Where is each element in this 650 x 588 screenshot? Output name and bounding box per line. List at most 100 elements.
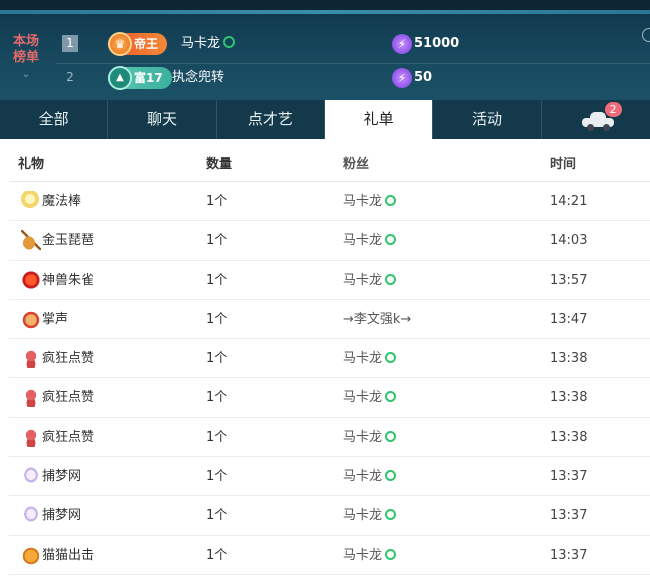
table-row: 猫猫出击 1个 马卡龙 13:37: [9, 536, 650, 575]
fan-name-text: 马卡龙: [343, 233, 383, 249]
fan-name-text: 马卡龙: [343, 469, 383, 485]
fan-name[interactable]: 马卡龙: [343, 193, 397, 210]
fan-name[interactable]: 马卡龙: [343, 468, 397, 485]
ranking-entry[interactable]: 2 ▲ 富17 执念兜转 ⚡ 50: [56, 63, 650, 91]
verified-icon: [385, 234, 397, 246]
ranking-toggle[interactable]: 本场 榜单 ⌄: [10, 34, 42, 83]
gift-qty: 1个: [206, 469, 228, 485]
ranking-entry[interactable]: 1 ♛ 帝王 马卡龙 ⚡ 51000: [56, 30, 650, 58]
gift-name: 疯狂点赞: [42, 390, 95, 406]
car-count-badge: 2: [604, 102, 622, 117]
verified-icon: [385, 391, 397, 403]
info-icon[interactable]: [642, 28, 650, 42]
fan-name[interactable]: 马卡龙: [343, 547, 397, 564]
rank-user-name[interactable]: 马卡龙: [181, 35, 236, 53]
badge-text: 富17: [134, 71, 163, 85]
gift-time: 13:47: [550, 311, 588, 327]
gift-name: 神兽朱雀: [42, 272, 95, 288]
table-row: 捕梦网 1个 马卡龙 13:37: [9, 496, 650, 536]
table-row: 神兽朱雀 1个 马卡龙 13:57: [9, 261, 650, 300]
ranking-label-line2: 榜单: [12, 50, 39, 65]
rich-level-badge: ▲ 富17: [108, 66, 172, 90]
user-name-text: 执念兜转: [172, 70, 225, 85]
rank-number: 2: [66, 70, 74, 84]
tab-activity[interactable]: 活动: [433, 100, 542, 139]
lightning-icon: ⚡: [392, 67, 412, 88]
table-row: 疯狂点赞 1个 马卡龙 13:38: [9, 378, 650, 418]
table-row: 魔法棒 1个 马卡龙 14:21: [9, 182, 650, 222]
fan-name-text: 马卡龙: [343, 547, 383, 563]
verified-icon: [385, 430, 397, 442]
fan-name[interactable]: 马卡龙: [343, 232, 397, 249]
gift-qty: 1个: [206, 508, 228, 524]
fan-name-text: 马卡龙: [343, 351, 383, 367]
header-time: 时间: [550, 157, 577, 172]
ranking-label-line1: 本场: [12, 34, 39, 49]
table-row: 金玉琵琶 1个 马卡龙 14:03: [9, 221, 650, 261]
fan-name[interactable]: 马卡龙: [343, 389, 397, 406]
gift-qty: 1个: [206, 233, 228, 249]
fan-name-text: 马卡龙: [343, 272, 383, 288]
cat-icon: [21, 544, 41, 565]
fan-name[interactable]: 马卡龙: [343, 272, 397, 289]
rank-user-name[interactable]: 执念兜转: [172, 69, 224, 87]
fan-name-text: →李文强k→: [343, 311, 412, 327]
fan-name[interactable]: →李文强k→: [343, 311, 411, 328]
fan-name[interactable]: 马卡龙: [343, 507, 397, 524]
emperor-badge: ♛ 帝王: [108, 32, 168, 56]
verified-icon: [223, 36, 236, 48]
applause-icon: [21, 308, 41, 329]
table-row: 捕梦网 1个 马卡龙 13:37: [9, 457, 650, 497]
gift-name: 疯狂点赞: [42, 429, 95, 445]
fan-name-text: 马卡龙: [343, 508, 383, 524]
octopus-icon: [21, 387, 41, 408]
chevron-down-icon: ⌄: [21, 69, 31, 80]
top-bar: [0, 0, 650, 14]
gift-qty: 1个: [206, 390, 228, 406]
vermilion-bird-icon: [21, 269, 41, 290]
tab-car[interactable]: 2: [542, 100, 650, 139]
header-gift: 礼物: [18, 157, 45, 172]
fan-name-text: 马卡龙: [343, 429, 383, 445]
ranking-panel: 本场 榜单 ⌄ 1 ♛ 帝王 马卡龙 ⚡ 51000 2 ▲ 富17 执念兜转 ⚡…: [0, 0, 650, 100]
top-bar-edge: [0, 10, 650, 14]
magic-wand-icon: [21, 191, 41, 211]
tab-chat[interactable]: 聊天: [108, 100, 217, 139]
tab-bar: 全部 聊天 点才艺 礼单 活动 2: [0, 100, 650, 139]
table-row: 疯狂点赞 1个 马卡龙 13:38: [9, 339, 650, 379]
tab-all[interactable]: 全部: [0, 100, 109, 139]
tab-gift-list[interactable]: 礼单: [324, 100, 434, 139]
fan-name[interactable]: 马卡龙: [343, 429, 397, 446]
gift-qty: 1个: [206, 429, 228, 445]
fan-name-text: 马卡龙: [343, 194, 383, 209]
gift-name: 金玉琵琶: [42, 233, 95, 249]
dreamcatcher-icon: [21, 505, 41, 526]
user-name-text: 马卡龙: [181, 36, 221, 51]
fan-name-text: 马卡龙: [343, 390, 383, 406]
gift-time: 13:38: [550, 429, 588, 445]
gift-qty: 1个: [206, 311, 228, 327]
header-qty: 数量: [206, 157, 233, 172]
gift-time: 13:37: [550, 469, 588, 485]
gift-name: 疯狂点赞: [42, 351, 95, 367]
gift-time: 13:38: [550, 390, 588, 406]
header-fan: 粉丝: [343, 157, 370, 172]
rank-score: ⚡ 50: [392, 67, 432, 89]
pipa-icon: [21, 230, 41, 251]
gift-name: 掌声: [42, 311, 69, 327]
crown-icon: ♛: [108, 32, 132, 56]
gift-name: 魔法棒: [42, 194, 82, 209]
gift-time: 13:37: [550, 508, 588, 524]
lightning-icon: ⚡: [392, 33, 412, 54]
gift-name: 捕梦网: [42, 508, 82, 524]
tab-talent[interactable]: 点才艺: [217, 100, 325, 139]
fan-name[interactable]: 马卡龙: [343, 350, 397, 367]
gift-time: 14:03: [550, 233, 588, 249]
gift-name: 捕梦网: [42, 469, 82, 485]
gift-table: 礼物 数量 粉丝 时间 魔法棒 1个 马卡龙 14:21 金玉琵琶 1个 马卡龙…: [9, 142, 650, 575]
gift-name: 猫猫出击: [42, 547, 95, 563]
gift-qty: 1个: [206, 194, 228, 209]
table-row: 掌声 1个 →李文强k→ 13:47: [9, 300, 650, 340]
verified-icon: [385, 470, 397, 482]
gift-time: 13:38: [550, 351, 588, 367]
